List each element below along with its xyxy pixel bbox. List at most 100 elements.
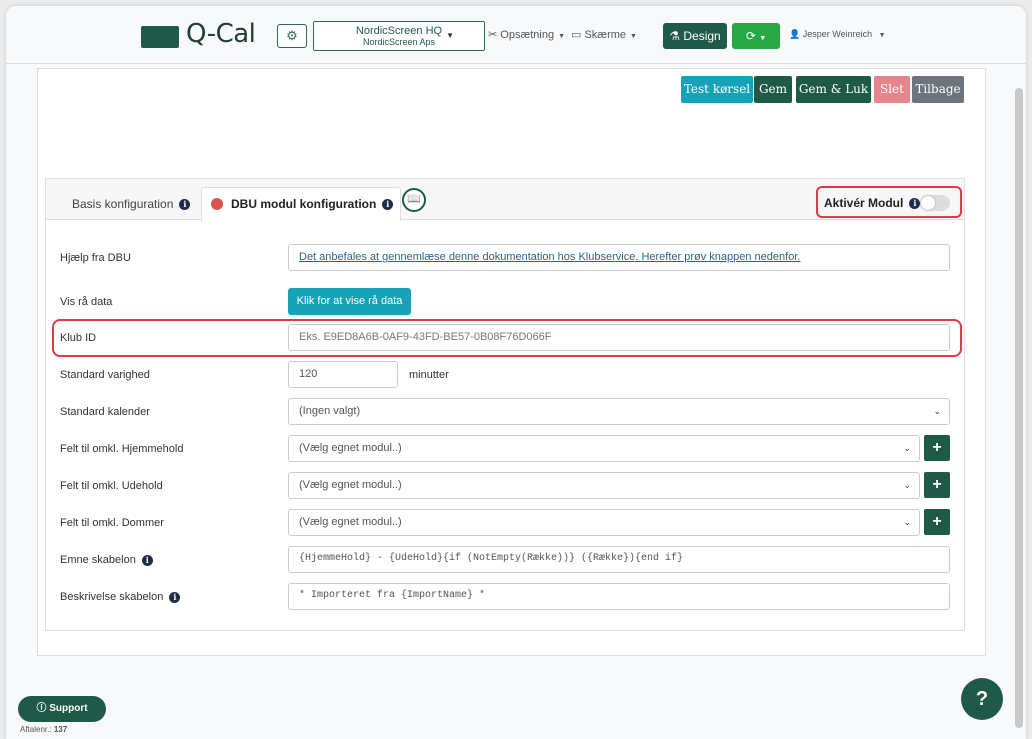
delete-button[interactable]: Slet xyxy=(874,76,910,103)
referee-label: Felt til omkl. Dommer xyxy=(60,517,164,529)
tenant-selector[interactable]: NordicScreen HQ NordicScreen Aps ▼ xyxy=(313,21,485,51)
menu-setup-label: Opsætning xyxy=(500,29,555,41)
activate-module-toggle[interactable] xyxy=(920,195,950,211)
top-navbar: Q-Cal ⚙ NordicScreen HQ NordicScreen Aps… xyxy=(6,6,1026,64)
tabs-bar: Basis konfiguration i DBU modul konfigura… xyxy=(46,179,964,221)
menu-screens[interactable]: ▭ Skærme ▼ xyxy=(571,28,637,41)
info-icon[interactable]: i xyxy=(141,554,153,566)
tab-basis-label: Basis konfiguration xyxy=(72,197,174,211)
subject-template-input[interactable]: {HjemmeHold} - {UdeHold}{if (NotEmpty(Ræ… xyxy=(288,546,950,573)
save-close-button[interactable]: Gem & Luk xyxy=(796,76,871,103)
support-label: Support xyxy=(49,703,88,714)
row-raw-data: Vis rå data Klik for at vise rå data xyxy=(46,288,964,318)
chevron-down-icon: ⌄ xyxy=(903,517,911,527)
help-label: Hjælp fra DBU xyxy=(60,252,131,264)
design-button[interactable]: ⚗ Design xyxy=(663,23,727,49)
agreement-label: Aftalenr.: xyxy=(20,725,52,734)
away-team-value: (Vælg egnet modul..) xyxy=(299,479,402,491)
caret-down-icon: ▼ xyxy=(558,33,566,40)
tenant-company: NordicScreen Aps xyxy=(362,37,436,47)
test-run-button[interactable]: Test kørsel xyxy=(681,76,753,103)
description-template-text: Beskrivelse skabelon xyxy=(60,591,164,603)
show-raw-data-button[interactable]: Klik for at vise rå data xyxy=(288,288,411,315)
klub-id-label: Klub ID xyxy=(60,332,97,344)
row-help: Hjælp fra DBU Det anbefales at gennemlæs… xyxy=(46,244,964,274)
referee-value: (Vælg egnet modul..) xyxy=(299,516,402,528)
toggle-knob xyxy=(921,196,935,210)
add-referee-field-button[interactable]: + xyxy=(924,509,950,535)
caret-down-icon: ▼ xyxy=(759,35,767,42)
plus-icon: + xyxy=(932,439,942,456)
caret-down-icon: ▼ xyxy=(630,33,637,40)
chevron-down-icon: ⌄ xyxy=(903,480,911,490)
chevron-down-icon: ▼ xyxy=(446,31,454,40)
user-name: Jesper Weinreich xyxy=(802,29,873,39)
chevron-down-icon: ⌄ xyxy=(903,443,911,453)
page-scrollbar[interactable] xyxy=(1015,88,1023,728)
away-team-label: Felt til omkl. Udehold xyxy=(60,480,163,492)
tab-dbu-config[interactable]: DBU modul konfiguration i xyxy=(231,197,394,211)
row-klub-id: Klub ID Eks. E9ED8A6B-0AF9-43FD-BE57-0B0… xyxy=(46,324,964,354)
duration-input[interactable]: 120 xyxy=(288,361,398,388)
row-referee: Felt til omkl. Dommer (Vælg egnet modul.… xyxy=(46,509,964,539)
sync-dropdown-button[interactable]: ⟳ ▼ xyxy=(732,23,780,49)
help-doc-link[interactable]: Det anbefales at gennemlæse denne dokume… xyxy=(299,251,800,263)
info-icon[interactable]: i xyxy=(909,198,921,210)
book-icon[interactable]: 📖 xyxy=(402,188,426,212)
settings-cog-button[interactable]: ⚙ xyxy=(277,24,307,48)
klub-id-placeholder: Eks. E9ED8A6B-0AF9-43FD-BE57-0B08F76D066… xyxy=(299,331,552,343)
info-icon[interactable]: i xyxy=(169,591,181,603)
klub-id-input[interactable]: Eks. E9ED8A6B-0AF9-43FD-BE57-0B08F76D066… xyxy=(288,324,950,351)
app-logo: Q-Cal xyxy=(186,19,256,49)
subject-template-text: Emne skabelon xyxy=(60,554,136,566)
description-template-input[interactable]: * Importeret fra {ImportName} * xyxy=(288,583,950,610)
help-button-label: ? xyxy=(975,688,989,710)
tools-icon: ✂ xyxy=(488,29,498,41)
question-circle-icon: ⓘ xyxy=(36,703,47,714)
monitor-icon: ▭ xyxy=(571,29,582,41)
logo-mark xyxy=(141,26,179,48)
row-description-template: Beskrivelse skabelon i * Importeret fra {… xyxy=(46,583,964,613)
tab-basis-config[interactable]: Basis konfiguration i xyxy=(72,197,191,211)
duration-value: 120 xyxy=(299,368,318,380)
plus-icon: + xyxy=(932,476,942,493)
menu-setup[interactable]: ✂ Opsætning ▼ xyxy=(488,28,565,41)
help-button[interactable]: ? xyxy=(961,678,1003,720)
calendar-label: Standard kalender xyxy=(60,406,150,418)
home-team-value: (Vælg egnet modul..) xyxy=(299,442,402,454)
info-icon[interactable]: i xyxy=(179,199,191,211)
duration-unit: minutter xyxy=(409,369,449,381)
tab-dbu-label: DBU modul konfiguration xyxy=(231,197,377,211)
support-button[interactable]: ⓘ Support xyxy=(18,696,106,722)
subject-template-value: {HjemmeHold} - {UdeHold}{if (NotEmpty(Ræ… xyxy=(299,553,684,564)
dbu-logo-icon xyxy=(211,198,223,210)
add-away-field-button[interactable]: + xyxy=(924,472,950,498)
calendar-select[interactable]: (Ingen valgt) ⌄ xyxy=(288,398,950,425)
module-config-card: Basis konfiguration i DBU modul konfigura… xyxy=(45,178,965,631)
row-calendar: Standard kalender (Ingen valgt) ⌄ xyxy=(46,398,964,428)
menu-screens-label: Skærme xyxy=(584,29,627,41)
calendar-value: (Ingen valgt) xyxy=(299,405,361,417)
activate-module-group: Aktivér Modul i xyxy=(816,186,962,218)
sync-icon: ⟳ xyxy=(745,29,756,43)
subject-template-label: Emne skabelon i xyxy=(60,554,153,566)
back-button[interactable]: Tilbage xyxy=(912,76,964,103)
caret-down-icon: ▼ xyxy=(878,32,886,39)
user-cog-icon: 👤 xyxy=(789,29,801,39)
design-button-label: Design xyxy=(683,29,721,43)
home-team-label: Felt til omkl. Hjemmehold xyxy=(60,443,184,455)
referee-select[interactable]: (Vælg egnet modul..) ⌄ xyxy=(288,509,920,536)
help-field: Det anbefales at gennemlæse denne dokume… xyxy=(288,244,950,271)
agreement-number: Aftalenr.: 137 xyxy=(20,725,67,734)
add-home-field-button[interactable]: + xyxy=(924,435,950,461)
agreement-value: 137 xyxy=(53,725,68,734)
away-team-select[interactable]: (Vælg egnet modul..) ⌄ xyxy=(288,472,920,499)
cogs-icon: ⚙ xyxy=(286,28,298,43)
user-menu[interactable]: 👤 Jesper Weinreich ▼ xyxy=(789,29,886,40)
home-team-select[interactable]: (Vælg egnet modul..) ⌄ xyxy=(288,435,920,462)
info-icon[interactable]: i xyxy=(382,199,394,211)
save-button[interactable]: Gem xyxy=(754,76,792,103)
chevron-down-icon: ⌄ xyxy=(933,406,941,416)
activate-module-label: Aktivér Modul i xyxy=(824,196,921,210)
duration-label: Standard varighed xyxy=(60,369,150,381)
